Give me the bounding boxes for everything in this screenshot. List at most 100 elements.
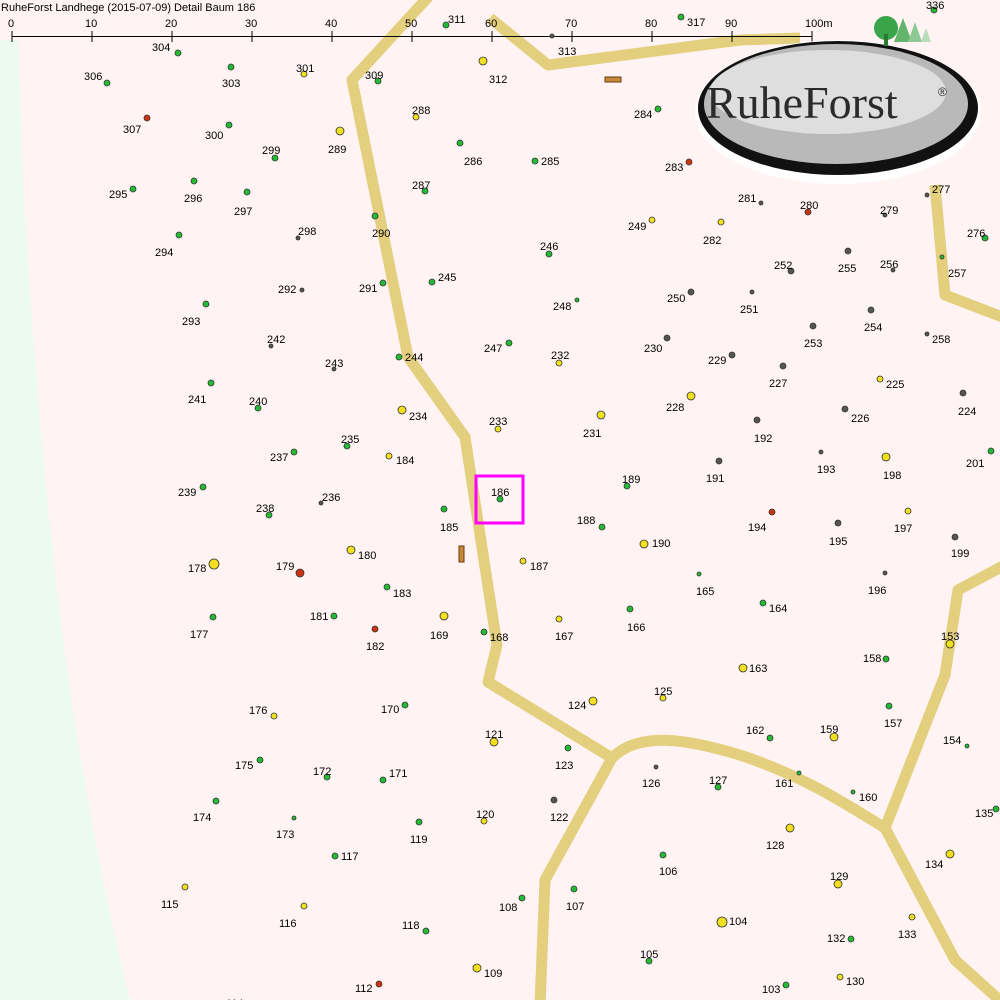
tree-dot[interactable] [103, 79, 111, 87]
tree-dot[interactable] [401, 701, 409, 709]
tree-dot[interactable] [428, 278, 436, 286]
tree-dot[interactable] [939, 254, 945, 260]
tree-dot[interactable] [564, 744, 572, 752]
tree-dot[interactable] [555, 615, 563, 623]
tree-dot[interactable] [243, 188, 251, 196]
tree-dot[interactable] [885, 702, 893, 710]
tree-dot[interactable] [531, 157, 539, 165]
tree-dot[interactable] [346, 545, 356, 555]
tree-dot[interactable] [207, 379, 215, 387]
tree-dot[interactable] [375, 980, 383, 988]
tree-dot[interactable] [654, 105, 662, 113]
tree-dot[interactable] [648, 216, 656, 224]
tree-dot[interactable] [596, 410, 606, 420]
tree-dot[interactable] [383, 583, 391, 591]
tree-dot[interactable] [768, 508, 776, 516]
tree-dot[interactable] [598, 523, 606, 531]
tree-dot[interactable] [330, 612, 338, 620]
tree-dot[interactable] [505, 339, 513, 347]
tree-dot[interactable] [291, 815, 297, 821]
tree-dot[interactable] [924, 192, 930, 198]
tree-dot[interactable] [331, 852, 339, 860]
tree-dot[interactable] [299, 287, 305, 293]
tree-dot[interactable] [779, 362, 787, 370]
tree-dot[interactable] [687, 288, 695, 296]
tree-dot[interactable] [570, 885, 578, 893]
tree-309[interactable]: 309 [365, 70, 383, 85]
tree-dot[interactable] [847, 935, 855, 943]
tree-301[interactable]: 301 [296, 63, 314, 78]
tree-190[interactable]: 190 [639, 538, 670, 550]
tree-dot[interactable] [588, 696, 598, 706]
tree-236[interactable]: 236 [318, 492, 340, 506]
tree-dot[interactable] [440, 505, 448, 513]
tree-dot[interactable] [653, 764, 659, 770]
tree-dot[interactable] [796, 770, 802, 776]
tree-dot[interactable] [371, 212, 379, 220]
tree-dot[interactable] [385, 452, 393, 460]
tree-dot[interactable] [472, 963, 482, 973]
tree-dot[interactable] [574, 297, 580, 303]
tree-dot[interactable] [964, 743, 970, 749]
tree-dot[interactable] [256, 756, 264, 764]
tree-dot[interactable] [809, 322, 817, 330]
tree-172[interactable]: 172 [313, 766, 331, 781]
tree-dot[interactable] [738, 663, 748, 673]
tree-dot[interactable] [371, 625, 379, 633]
tree-dot[interactable] [766, 734, 774, 742]
tree-dot[interactable] [212, 797, 220, 805]
tree-dot[interactable] [844, 247, 852, 255]
tree-dot[interactable] [639, 539, 649, 549]
tree-dot[interactable] [749, 289, 755, 295]
tree-dot[interactable] [174, 49, 182, 57]
tree-dot[interactable] [456, 139, 464, 147]
tree-dot[interactable] [992, 805, 1000, 813]
tree-dot[interactable] [549, 33, 555, 39]
tree-dot[interactable] [290, 448, 298, 456]
tree-dot[interactable] [867, 306, 875, 314]
tree-dot[interactable] [782, 981, 790, 989]
tree-298[interactable]: 298 [295, 226, 316, 241]
tree-dot[interactable] [395, 353, 403, 361]
tree-dot[interactable] [208, 558, 220, 570]
tree-243[interactable]: 243 [325, 358, 343, 372]
tree-dot[interactable] [227, 63, 235, 71]
tree-dot[interactable] [478, 56, 488, 66]
tree-dot[interactable] [716, 916, 728, 928]
tree-336[interactable]: 336 [926, 0, 944, 14]
tree-dot[interactable] [728, 351, 736, 359]
tree-dot[interactable] [758, 200, 764, 206]
tree-287[interactable]: 287 [412, 180, 430, 195]
tree-dot[interactable] [924, 331, 930, 337]
tree-dot[interactable] [175, 231, 183, 239]
tree-dot[interactable] [759, 599, 767, 607]
tree-dot[interactable] [881, 452, 891, 462]
tree-dot[interactable] [518, 894, 526, 902]
tree-dot[interactable] [686, 391, 696, 401]
tree-dot[interactable] [663, 334, 671, 342]
tree-dot[interactable] [199, 483, 207, 491]
tree-dot[interactable] [422, 927, 430, 935]
tree-dot[interactable] [225, 121, 233, 129]
tree-dot[interactable] [876, 375, 884, 383]
tree-dot[interactable] [696, 571, 702, 577]
tree-279[interactable]: 279 [880, 205, 898, 218]
tree-dot[interactable] [129, 185, 137, 193]
tree-dot[interactable] [717, 218, 725, 226]
tree-dot[interactable] [202, 300, 210, 308]
tree-dot[interactable] [685, 158, 693, 166]
tree-dot[interactable] [753, 416, 761, 424]
tree-104[interactable]: 104 [716, 916, 747, 928]
tree-dot[interactable] [550, 796, 558, 804]
tree-dot[interactable] [295, 568, 305, 578]
tree-dot[interactable] [480, 628, 488, 636]
tree-dot[interactable] [143, 114, 151, 122]
tree-dot[interactable] [959, 389, 967, 397]
tree-dot[interactable] [836, 973, 844, 981]
tree-dot[interactable] [626, 605, 634, 613]
tree-dot[interactable] [945, 849, 955, 859]
tree-dot[interactable] [379, 776, 387, 784]
tree-dot[interactable] [181, 883, 189, 891]
tree-dot[interactable] [834, 519, 842, 527]
tree-dot[interactable] [659, 851, 667, 859]
